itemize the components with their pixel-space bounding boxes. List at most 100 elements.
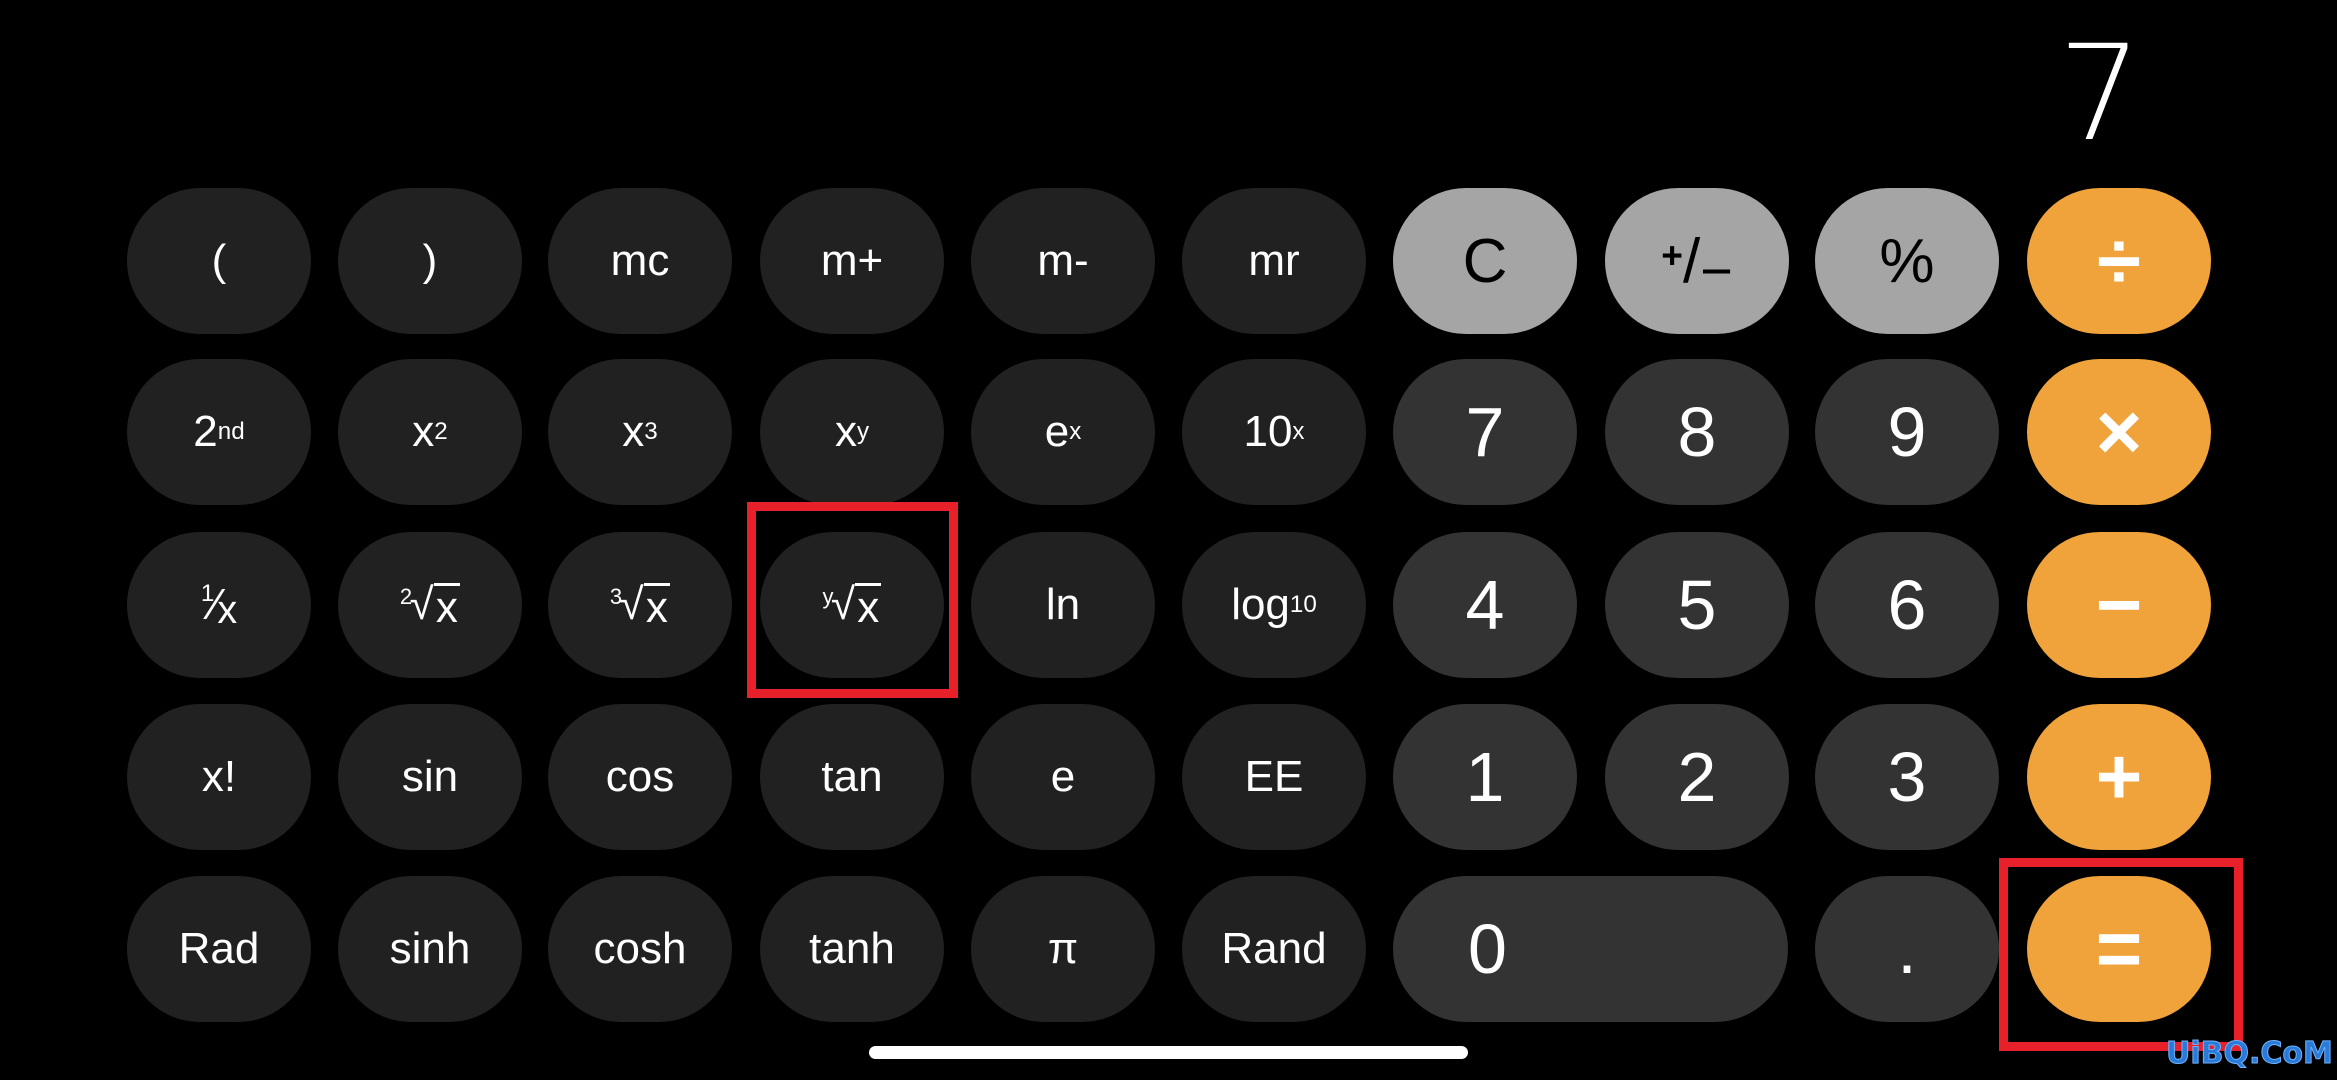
digit-1-button[interactable]: 1: [1393, 704, 1577, 850]
key-label: tan: [821, 752, 883, 801]
close-paren-button[interactable]: ): [338, 188, 522, 334]
key-label: mc: [610, 236, 670, 285]
digit-7-button[interactable]: 7: [1393, 359, 1577, 505]
cos-button[interactable]: cos: [548, 704, 732, 850]
key-label: (: [211, 236, 227, 285]
key-label: 3: [609, 584, 623, 610]
root-glyph: y √ x: [823, 580, 882, 630]
key-label: +: [2095, 732, 2143, 821]
tanh-button[interactable]: tanh: [760, 876, 944, 1022]
cube-root-button[interactable]: 3 √ x: [548, 532, 732, 678]
yth-root-button[interactable]: y √ x: [760, 532, 944, 678]
key-label: tanh: [809, 924, 895, 973]
key-label: x: [412, 407, 435, 456]
euler-button[interactable]: e: [971, 704, 1155, 850]
natural-log-button[interactable]: ln: [971, 532, 1155, 678]
key-label: −: [2095, 560, 2143, 649]
sinh-button[interactable]: sinh: [338, 876, 522, 1022]
key-label: .: [1897, 910, 1917, 988]
key-label: =: [2095, 904, 2143, 993]
add-button[interactable]: +: [2027, 704, 2211, 850]
pi-button[interactable]: π: [971, 876, 1155, 1022]
root-glyph: 3 √ x: [609, 580, 671, 630]
digit-4-button[interactable]: 4: [1393, 532, 1577, 678]
home-indicator[interactable]: [869, 1046, 1468, 1059]
key-label: m-: [1037, 236, 1089, 285]
exponent-entry-button[interactable]: EE: [1182, 704, 1366, 850]
fraction-glyph: 1 ⁄ x: [200, 580, 237, 632]
key-label: 4: [1465, 566, 1505, 644]
key-label: mr: [1248, 236, 1300, 285]
second-function-button[interactable]: 2nd: [127, 359, 311, 505]
digit-8-button[interactable]: 8: [1605, 359, 1789, 505]
cosh-button[interactable]: cosh: [548, 876, 732, 1022]
sin-button[interactable]: sin: [338, 704, 522, 850]
result-display: 7: [2058, 17, 2142, 171]
digit-6-button[interactable]: 6: [1815, 532, 1999, 678]
sign-toggle-button[interactable]: +/−+/-: [1605, 188, 1789, 334]
key-label: e: [1050, 752, 1076, 801]
radical-icon: √: [409, 580, 434, 629]
key-label: 1: [1465, 738, 1505, 816]
key-label: ): [422, 236, 438, 285]
key-label: 8: [1677, 393, 1717, 471]
clear-button[interactable]: C: [1393, 188, 1577, 334]
key-label: 3: [1887, 738, 1927, 816]
square-button[interactable]: x2: [338, 359, 522, 505]
memory-subtract-button[interactable]: m-: [971, 188, 1155, 334]
power-button[interactable]: xy: [760, 359, 944, 505]
key-label: Rand: [1221, 924, 1327, 973]
key-label: cos: [605, 752, 675, 801]
memory-add-button[interactable]: m+: [760, 188, 944, 334]
key-label: 1: [200, 580, 215, 608]
ten-power-button[interactable]: 10 x: [1182, 359, 1366, 505]
reciprocal-button[interactable]: 1 ⁄ x: [127, 532, 311, 678]
digit-9-button[interactable]: 9: [1815, 359, 1999, 505]
log10-button[interactable]: log 10: [1182, 532, 1366, 678]
key-label: π: [1047, 924, 1079, 973]
digit-2-button[interactable]: 2: [1605, 704, 1789, 850]
key-label: cosh: [593, 924, 687, 973]
key-label: EE: [1244, 752, 1304, 801]
key-label: 2: [193, 407, 218, 456]
plus-minus-icon: +/−+/-: [1661, 226, 1733, 302]
factorial-button[interactable]: x!: [127, 704, 311, 850]
key-label: log: [1231, 580, 1290, 629]
key-label: e: [1044, 407, 1070, 456]
square-root-button[interactable]: 2 √ x: [338, 532, 522, 678]
memory-clear-button[interactable]: mc: [548, 188, 732, 334]
key-label: C: [1462, 226, 1508, 296]
radical-icon: √: [830, 580, 856, 629]
key-label: 0: [1468, 910, 1507, 988]
tan-button[interactable]: tan: [760, 704, 944, 850]
key-label: x: [622, 407, 645, 456]
divide-button[interactable]: ÷: [2027, 188, 2211, 334]
percent-button[interactable]: %: [1815, 188, 1999, 334]
decimal-button[interactable]: .: [1815, 876, 1999, 1022]
open-paren-button[interactable]: (: [127, 188, 311, 334]
cube-button[interactable]: x3: [548, 359, 732, 505]
radical-icon: √: [619, 580, 644, 629]
subtract-button[interactable]: −: [2027, 532, 2211, 678]
key-label: 5: [1677, 566, 1717, 644]
rad-deg-toggle-button[interactable]: Rad: [127, 876, 311, 1022]
exp-button[interactable]: ex: [971, 359, 1155, 505]
key-label: ÷: [2097, 216, 2141, 305]
digit-3-button[interactable]: 3: [1815, 704, 1999, 850]
key-label: x: [834, 407, 857, 456]
key-label: %: [1879, 226, 1935, 296]
digit-0-button[interactable]: 0: [1393, 876, 1788, 1022]
key-label: Rad: [178, 924, 260, 973]
key-label: ×: [2095, 387, 2143, 476]
digit-5-button[interactable]: 5: [1605, 532, 1789, 678]
equals-button[interactable]: =: [2027, 876, 2211, 1022]
memory-recall-button[interactable]: mr: [1182, 188, 1366, 334]
root-glyph: 2 √ x: [400, 580, 461, 630]
key-label: 7: [1465, 393, 1505, 471]
key-label: m+: [820, 236, 884, 285]
multiply-button[interactable]: ×: [2027, 359, 2211, 505]
key-label: x: [643, 583, 671, 630]
key-label: sinh: [389, 924, 471, 973]
key-label: 2: [1677, 738, 1717, 816]
random-button[interactable]: Rand: [1182, 876, 1366, 1022]
